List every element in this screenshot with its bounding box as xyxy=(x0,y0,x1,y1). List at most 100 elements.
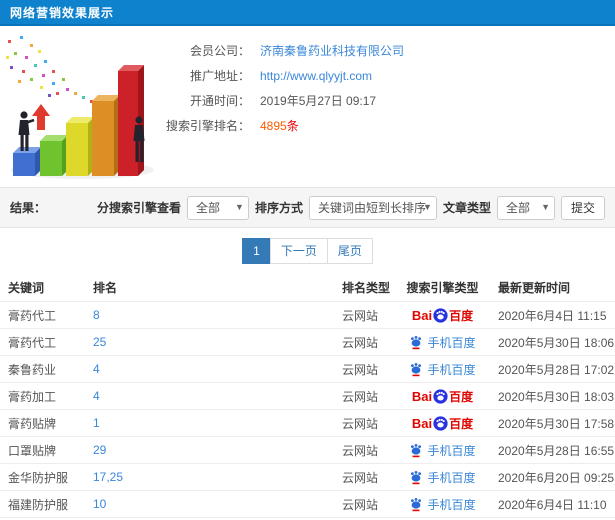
article-type-selected: 全部 xyxy=(505,201,530,215)
rank-value[interactable]: 17,25 xyxy=(93,470,123,484)
page-next[interactable]: 下一页 xyxy=(269,237,328,264)
mobile-baidu-logo: 手机百度 xyxy=(409,496,476,513)
up-arrow-icon xyxy=(32,104,50,130)
keyword-cell: 秦鲁药业 xyxy=(8,362,57,377)
table-row: 膏药代工 25 云网站 Bai百度手机百度 2020年5月30日 18:06 xyxy=(0,328,615,355)
rank-cell: 1 xyxy=(85,416,340,430)
table-row: 福建防护服 10 云网站 Bai百度手机百度 2020年6月4日 11:10 xyxy=(0,490,615,517)
rank-value[interactable]: 4 xyxy=(93,389,100,403)
page-title: 网络营销效果展示 xyxy=(10,5,115,20)
engine-cell: Bai百度手机百度 xyxy=(395,361,490,378)
chevron-down-icon: ▼ xyxy=(423,201,432,212)
mobile-baidu-label[interactable]: 手机百度 xyxy=(427,361,475,378)
col-header-ranktype: 排名类型 xyxy=(342,280,391,295)
col-header-time: 最新更新时间 xyxy=(498,280,571,295)
chevron-down-icon: ▼ xyxy=(541,201,550,212)
keyword-cell: 膏药代工 xyxy=(8,335,57,350)
mobile-baidu-paw-icon xyxy=(411,362,422,376)
sort-select[interactable]: 关键词由短到长排序 ▼ xyxy=(308,195,437,220)
sort-selected: 关键词由短到长排序 xyxy=(317,201,426,215)
ranking-count-unit: 条 xyxy=(286,119,299,133)
keyword-cell: 膏药加工 xyxy=(8,389,57,404)
col-header-engine: 搜索引擎类型 xyxy=(406,280,479,295)
member-info: 会员公司： 济南秦鲁药业科技有限公司 推广地址： http://www.qlyy… xyxy=(150,39,610,139)
table-row: 金华防护服 17,25 云网站 Bai百度手机百度 2020年6月20日 09:25 xyxy=(0,463,615,490)
update-time-cell: 2020年5月30日 17:58 xyxy=(498,416,615,431)
rank-cell: 25 xyxy=(85,335,340,349)
engine-cell: Bai百度手机百度 xyxy=(395,334,490,351)
table-row: 膏药贴牌1云网站Bai百度手机百度2020年5月30日 17:58 xyxy=(0,409,615,436)
summary-section: 会员公司： 济南秦鲁药业科技有限公司 推广地址： http://www.qlyy… xyxy=(0,26,615,188)
ranking-table: 关键词 排名 排名类型 搜索引擎类型 最新更新时间 膏药代工8云网站Bai百度手… xyxy=(0,273,615,520)
keyword-cell: 膏药代工 xyxy=(8,308,57,323)
baidu-logo-text: Bai xyxy=(411,415,433,431)
sort-label: 排序方式 xyxy=(254,201,303,215)
company-label: 会员公司： xyxy=(189,44,250,58)
rank-cell: 4 xyxy=(85,389,340,403)
page-current[interactable]: 1 xyxy=(242,237,271,264)
engine-cell: Bai百度手机百度 xyxy=(395,469,490,486)
company-value[interactable]: 济南秦鲁药业科技有限公司 xyxy=(260,39,404,64)
baidu-logo-text: Bai xyxy=(411,388,433,404)
ranking-count-label: 搜索引擎排名： xyxy=(165,119,250,133)
rank-value[interactable]: 4 xyxy=(93,362,100,376)
rank-type-cell: 云网站 xyxy=(342,497,379,512)
rank-type-cell: 云网站 xyxy=(342,470,379,485)
engine-cell: Bai百度手机百度 xyxy=(395,415,490,432)
rank-type-cell: 云网站 xyxy=(342,389,379,404)
confetti-dots xyxy=(6,36,93,103)
col-header-keyword: 关键词 xyxy=(8,280,45,295)
mobile-baidu-logo: 手机百度 xyxy=(409,334,476,351)
baidu-logo: Bai 百度 xyxy=(412,388,473,405)
chevron-down-icon: ▼ xyxy=(235,201,244,212)
info-row-company: 会员公司： 济南秦鲁药业科技有限公司 xyxy=(150,39,610,64)
baidu-logo-cn: 百度 xyxy=(449,416,474,431)
rank-value[interactable]: 25 xyxy=(93,335,106,349)
filter-controls: 分搜索引擎查看 全部 ▼ 排序方式 关键词由短到长排序 ▼ 文章类型 全部 ▼ … xyxy=(96,195,605,220)
page-last[interactable]: 尾页 xyxy=(326,237,373,264)
pagination-section: 1 下一页 尾页 xyxy=(0,228,615,273)
ranking-count-value: 4895条 xyxy=(260,114,299,139)
mobile-baidu-paw-icon xyxy=(411,443,422,457)
mobile-baidu-logo: 手机百度 xyxy=(409,469,476,486)
update-time-cell: 2020年5月28日 17:02 xyxy=(498,362,615,377)
rank-cell: 4 xyxy=(85,362,340,376)
rank-cell: 29 xyxy=(85,443,340,457)
open-time-value: 2019年5月27日 09:17 xyxy=(260,94,377,108)
update-time-cell: 2020年5月30日 18:06 xyxy=(498,335,615,350)
promo-url-label: 推广地址： xyxy=(189,69,250,83)
mobile-baidu-paw-icon xyxy=(411,335,422,349)
article-type-select[interactable]: 全部 ▼ xyxy=(496,195,555,220)
update-time-cell: 2020年5月28日 16:55 xyxy=(498,443,615,458)
rank-value[interactable]: 29 xyxy=(93,443,106,457)
rank-value[interactable]: 10 xyxy=(93,497,106,511)
update-time-cell: 2020年6月4日 11:15 xyxy=(498,308,607,323)
keyword-cell: 福建防护服 xyxy=(8,497,69,512)
engine-view-label: 分搜索引擎查看 xyxy=(96,201,181,215)
table-row: 膏药加工4云网站Bai百度手机百度2020年5月30日 18:03 xyxy=(0,382,615,409)
keyword-cell: 膏药贴牌 xyxy=(8,416,57,431)
mobile-baidu-label[interactable]: 手机百度 xyxy=(427,334,475,351)
rank-type-cell: 云网站 xyxy=(342,308,379,323)
engine-cell: Bai百度手机百度 xyxy=(395,388,490,405)
rank-type-cell: 云网站 xyxy=(342,443,379,458)
rank-cell: 10 xyxy=(85,497,340,511)
rank-type-cell: 云网站 xyxy=(342,416,379,431)
mobile-baidu-label[interactable]: 手机百度 xyxy=(427,442,475,459)
table-row: 秦鲁药业 4 云网站 Bai百度手机百度 2020年5月28日 17:02 xyxy=(0,355,615,382)
promo-url-value[interactable]: http://www.qlyyjt.com xyxy=(260,64,372,89)
rank-value[interactable]: 8 xyxy=(93,308,100,322)
mobile-baidu-label[interactable]: 手机百度 xyxy=(427,496,475,513)
rank-value[interactable]: 1 xyxy=(93,416,100,430)
article-type-label: 文章类型 xyxy=(442,201,491,215)
baidu-paw-icon xyxy=(433,307,448,323)
mobile-baidu-label[interactable]: 手机百度 xyxy=(427,469,475,486)
mobile-baidu-logo: 手机百度 xyxy=(409,442,476,459)
submit-button[interactable]: 提交 xyxy=(560,195,605,220)
engine-view-select[interactable]: 全部 ▼ xyxy=(186,195,249,220)
table-row: 膏药代工8云网站Bai百度手机百度2020年6月4日 11:15 xyxy=(0,301,615,328)
filter-bar: 结果： 分搜索引擎查看 全部 ▼ 排序方式 关键词由短到长排序 ▼ 文章类型 全… xyxy=(0,188,615,228)
mobile-baidu-paw-icon xyxy=(411,470,422,484)
rank-type-cell: 云网站 xyxy=(342,362,379,377)
baidu-logo-cn: 百度 xyxy=(449,389,474,404)
